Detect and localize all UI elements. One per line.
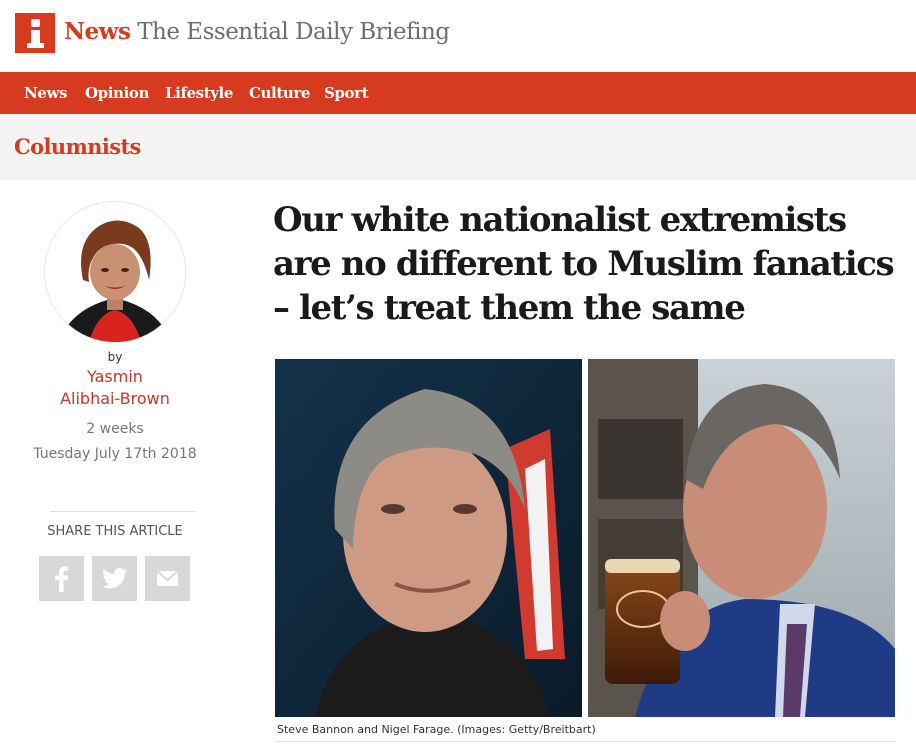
share-label: SHARE THIS ARTICLE: [47, 524, 183, 539]
facebook-icon: [55, 566, 69, 592]
caption-divider: [275, 741, 895, 742]
byline: by Yasmin Alibhai-Brown 2 weeks Tuesday …: [25, 348, 205, 464]
article-headline: Our white nationalist extremists are no …: [273, 200, 895, 328]
share-email-button[interactable]: [145, 556, 190, 601]
article-lead-image[interactable]: [275, 359, 895, 717]
nav-item-culture[interactable]: Culture: [249, 72, 310, 114]
section-header: Columnists: [0, 114, 916, 180]
image-caption: Steve Bannon and Nigel Farage. (Images: …: [277, 723, 596, 736]
email-icon: [156, 570, 179, 586]
share-facebook-button[interactable]: [39, 556, 84, 601]
site-logo[interactable]: [15, 13, 55, 53]
nav-item-lifestyle[interactable]: Lifestyle: [165, 72, 233, 114]
author-link[interactable]: Yasmin Alibhai-Brown: [60, 366, 170, 410]
section-title[interactable]: Columnists: [14, 132, 141, 162]
masthead: News The Essential Daily Briefing: [0, 0, 916, 72]
by-label: by: [107, 350, 123, 364]
brand-name[interactable]: News: [64, 18, 131, 45]
nav-item-sport[interactable]: Sport: [324, 72, 369, 114]
twitter-icon: [102, 567, 128, 589]
article-age: 2 weeks: [86, 421, 144, 437]
brand-tagline: The Essential Daily Briefing: [137, 19, 450, 45]
nav-item-opinion[interactable]: Opinion: [85, 72, 149, 114]
publish-date: Tuesday July 17th 2018: [33, 446, 197, 462]
share-twitter-button[interactable]: [92, 556, 137, 601]
nav-item-news[interactable]: News: [24, 72, 67, 114]
share-divider: [50, 511, 195, 512]
brand[interactable]: News The Essential Daily Briefing: [64, 15, 450, 49]
author-avatar[interactable]: [45, 202, 185, 342]
main-nav: News Opinion Lifestyle Culture Sport: [0, 72, 916, 114]
